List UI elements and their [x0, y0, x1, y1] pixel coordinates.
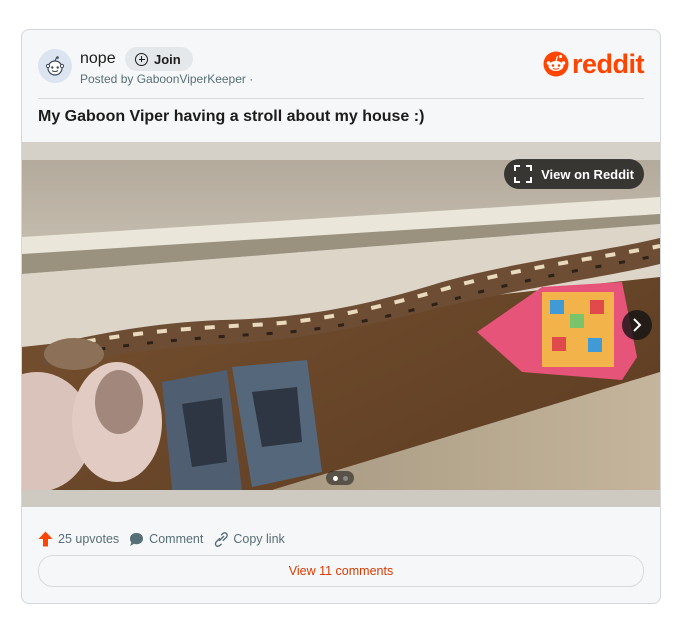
- upvote-arrow-icon: [38, 531, 53, 547]
- plus-icon: [135, 52, 148, 66]
- gallery-pagination: [326, 471, 354, 485]
- chevron-right-icon: [633, 318, 642, 332]
- header-divider: [38, 98, 644, 99]
- post-actions: 25 upvotes Comment Copy link: [38, 531, 295, 547]
- link-icon: [215, 531, 229, 547]
- view-comments-button[interactable]: View 11 comments: [38, 555, 644, 587]
- next-image-button[interactable]: [622, 310, 652, 340]
- post-header: nope Join Posted by GaboonViperKeeper · …: [38, 47, 645, 91]
- reddit-logo-icon: [543, 51, 569, 77]
- copy-link-action[interactable]: Copy link: [213, 531, 285, 547]
- comment-action[interactable]: Comment: [129, 532, 203, 547]
- snake-photo: [22, 142, 660, 507]
- join-button[interactable]: Join: [125, 47, 193, 71]
- snoo-icon: [45, 56, 65, 76]
- upvote-action[interactable]: 25 upvotes: [38, 531, 119, 547]
- gallery-dot-2[interactable]: [342, 475, 348, 481]
- view-on-reddit-button[interactable]: View on Reddit: [504, 159, 644, 189]
- post-media-gallery[interactable]: View on Reddit: [22, 142, 660, 507]
- embedded-post-card: nope Join Posted by GaboonViperKeeper · …: [21, 29, 661, 604]
- join-label: Join: [154, 51, 181, 67]
- comment-bubble-icon: [130, 532, 144, 546]
- gallery-dot-1[interactable]: [332, 475, 338, 481]
- upvote-count: 25 upvotes: [58, 532, 120, 546]
- fullscreen-icon: [514, 165, 533, 183]
- view-on-reddit-label: View on Reddit: [541, 166, 634, 182]
- post-title[interactable]: My Gaboon Viper having a stroll about my…: [38, 108, 424, 126]
- subreddit-avatar[interactable]: [38, 49, 72, 83]
- post-byline[interactable]: Posted by GaboonViperKeeper ·: [80, 72, 253, 86]
- comment-label: Comment: [149, 532, 204, 546]
- copy-link-label: Copy link: [233, 532, 285, 546]
- reddit-logo[interactable]: reddit: [543, 49, 645, 79]
- reddit-wordmark: reddit: [571, 49, 645, 79]
- subreddit-name[interactable]: nope: [80, 50, 116, 68]
